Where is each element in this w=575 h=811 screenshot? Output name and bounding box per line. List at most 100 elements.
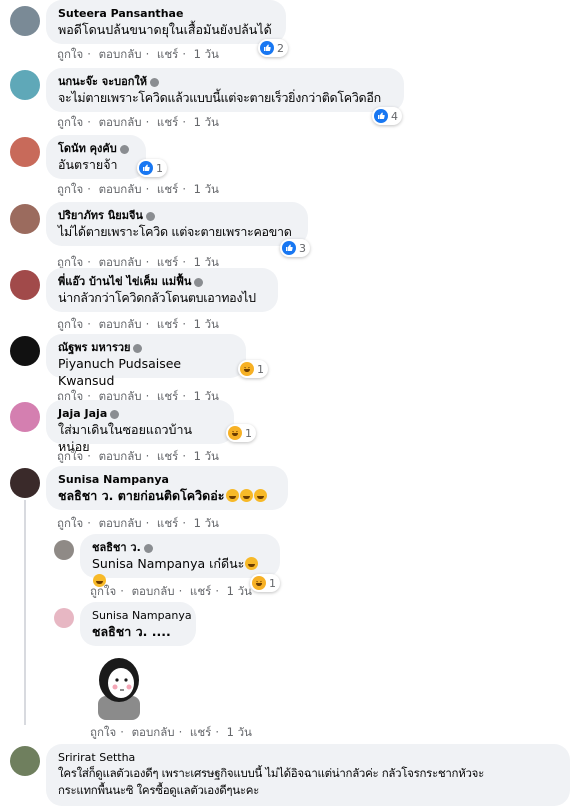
share-link[interactable]: แชร์	[157, 182, 178, 196]
badge-icon	[194, 277, 204, 287]
mention-text[interactable]: ชลธิชา ว. ตายก่อนติดโควิดอ่ะ	[58, 488, 225, 503]
like-icon	[374, 109, 388, 123]
like-icon	[260, 41, 274, 55]
like-link[interactable]: ถูกใจ	[57, 255, 83, 269]
reply-link[interactable]: ตอบกลับ	[99, 317, 142, 331]
separator: ·	[87, 317, 91, 331]
reply-link[interactable]: ตอบกลับ	[99, 47, 142, 61]
like-link[interactable]: ถูกใจ	[57, 317, 83, 331]
reaction-count[interactable]: 1	[137, 159, 167, 177]
separator: ·	[145, 115, 150, 129]
share-link[interactable]: แชร์	[157, 47, 178, 61]
reply-link[interactable]: ตอบกลับ	[132, 584, 175, 598]
badge-icon	[119, 144, 129, 154]
reply-link[interactable]: ตอบกลับ	[99, 449, 142, 463]
reply-link[interactable]: ตอบกลับ	[99, 255, 142, 269]
comment-author[interactable]: Sunisa Nampanya	[58, 472, 276, 487]
reply-author[interactable]: Sunisa Nampanya	[92, 608, 192, 623]
reply-author[interactable]: ชลธิชา ว.	[92, 540, 268, 555]
reaction-number: 1	[257, 362, 264, 376]
comment-bubble: Sunisa Nampanya ชลธิชา ว. ตายก่อนติดโควิ…	[46, 466, 288, 510]
avatar[interactable]	[10, 137, 40, 167]
comment-author[interactable]: ปริยาภัทร นิยมจีน	[58, 208, 296, 223]
reaction-count[interactable]: 1	[226, 424, 256, 442]
reply-bubble: Sunisa Nampanya ชลธิชา ว. ....	[80, 602, 196, 646]
reaction-count[interactable]: 4	[372, 107, 402, 125]
comment-author[interactable]: โดนัท คุงคับ	[58, 141, 134, 156]
badge-icon	[145, 211, 155, 221]
badge-icon	[110, 409, 120, 419]
separator: ·	[178, 584, 183, 598]
comment-author[interactable]: Jaja Jaja	[58, 406, 222, 421]
comment-author[interactable]: Sririrat Settha	[58, 750, 558, 765]
reply-link[interactable]: ตอบกลับ	[132, 725, 175, 739]
avatar[interactable]	[54, 608, 74, 628]
timestamp[interactable]: 1 วัน	[194, 317, 219, 331]
reply-link[interactable]: ตอบกลับ	[99, 182, 142, 196]
like-link[interactable]: ถูกใจ	[57, 516, 83, 530]
comment-8: Sunisa Nampanya ชลธิชา ว. ตายก่อนติดโควิ…	[0, 466, 575, 532]
separator: ·	[120, 584, 124, 598]
share-link[interactable]: แชร์	[190, 584, 211, 598]
reply-text[interactable]: ชลธิชา ว. ....	[92, 623, 184, 640]
share-link[interactable]: แชร์	[157, 255, 178, 269]
avatar[interactable]	[10, 746, 40, 776]
like-icon	[282, 241, 296, 255]
timestamp[interactable]: 1 วัน	[194, 516, 219, 530]
reaction-count[interactable]: 3	[280, 239, 310, 257]
comment-text[interactable]: Piyanuch Pudsaisee Kwansud	[58, 355, 234, 389]
like-link[interactable]: ถูกใจ	[57, 115, 83, 129]
share-link[interactable]: แชร์	[157, 317, 178, 331]
rofl-emoji-icon	[253, 489, 267, 502]
comment-actions: ถูกใจ · ตอบกลับ · แชร์ · 1 วัน	[57, 181, 223, 199]
separator: ·	[145, 47, 150, 61]
like-link[interactable]: ถูกใจ	[57, 449, 83, 463]
timestamp[interactable]: 1 วัน	[227, 725, 252, 739]
share-link[interactable]: แชร์	[190, 725, 211, 739]
reaction-count[interactable]: 1	[238, 360, 268, 378]
share-link[interactable]: แชร์	[157, 115, 178, 129]
comment-text-line-2: กระแทกพื้นนะซิ ใครซื้อดูแลตัวเองดีๆนะคะ	[58, 783, 259, 797]
like-link[interactable]: ถูกใจ	[57, 182, 83, 196]
avatar[interactable]	[10, 402, 40, 432]
comment-author[interactable]: Suteera Pansanthae	[58, 6, 274, 21]
avatar[interactable]	[10, 468, 40, 498]
timestamp[interactable]: 1 วัน	[194, 182, 219, 196]
comment-text-line-1: ใครใส่ก็ดูแลตัวเองดีๆ เพราะเศรษฐกิจแบบนี…	[58, 766, 484, 780]
timestamp[interactable]: 1 วัน	[194, 449, 219, 463]
share-link[interactable]: แชร์	[157, 516, 178, 530]
reaction-count[interactable]: 2	[258, 39, 288, 57]
comment-author[interactable]: พี่แอ๊ว บ้านไข่ ไข่เค็ม แม่ฟื้น	[58, 274, 266, 289]
avatar[interactable]	[10, 70, 40, 100]
reaction-number: 1	[269, 576, 276, 590]
like-icon	[139, 161, 153, 175]
reply-link[interactable]: ตอบกลับ	[99, 516, 142, 530]
reply-link[interactable]: ตอบกลับ	[99, 115, 142, 129]
share-link[interactable]: แชร์	[157, 449, 178, 463]
timestamp[interactable]: 1 วัน	[194, 115, 219, 129]
sticker-image[interactable]	[84, 650, 154, 720]
like-link[interactable]: ถูกใจ	[90, 725, 116, 739]
reply-bubble: ชลธิชา ว. Sunisa Nampanya เก๋ดีนะ	[80, 534, 280, 587]
separator: ·	[182, 255, 186, 269]
avatar[interactable]	[54, 540, 74, 560]
like-link[interactable]: ถูกใจ	[90, 584, 116, 598]
comment-actions: ถูกใจ · ตอบกลับ · แชร์ · 1 วัน	[57, 316, 223, 334]
like-link[interactable]: ถูกใจ	[57, 47, 83, 61]
avatar[interactable]	[10, 270, 40, 300]
grin-emoji-icon	[245, 557, 259, 570]
avatar[interactable]	[10, 6, 40, 36]
timestamp[interactable]: 1 วัน	[194, 255, 219, 269]
haha-icon	[240, 362, 254, 376]
comment-author[interactable]: ณัฐพร มหารวย	[58, 340, 234, 355]
comment-author[interactable]: นกนะจ๊ะ จะบอกให้	[58, 74, 392, 89]
avatar[interactable]	[10, 336, 40, 366]
separator: ·	[178, 725, 183, 739]
comment-6: ณัฐพร มหารวย Piyanuch Pudsaisee Kwansud …	[0, 334, 575, 403]
comment-text: ชลธิชา ว. ตายก่อนติดโควิดอ่ะ	[58, 487, 276, 504]
timestamp[interactable]: 1 วัน	[194, 47, 219, 61]
haha-icon	[228, 426, 242, 440]
timestamp[interactable]: 1 วัน	[227, 584, 252, 598]
avatar[interactable]	[10, 204, 40, 234]
separator: ·	[215, 584, 219, 598]
